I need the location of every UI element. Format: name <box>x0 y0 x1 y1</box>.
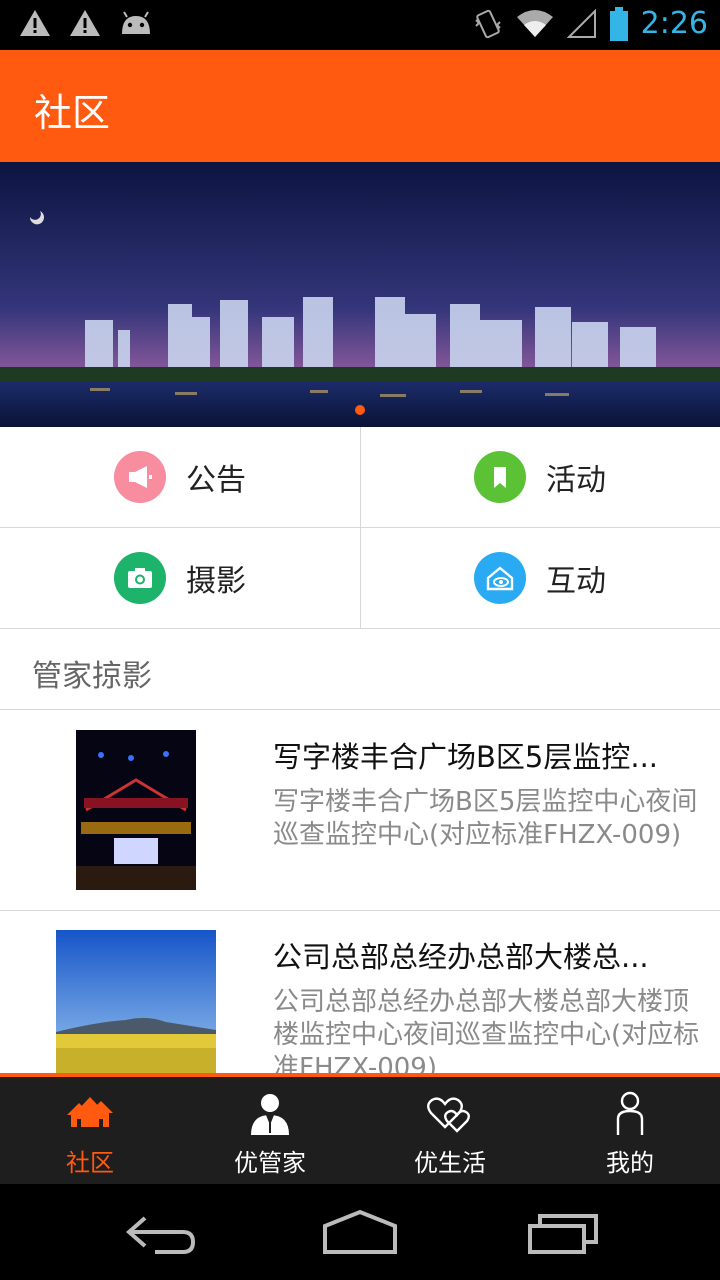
community-houses-icon <box>67 1097 113 1127</box>
grid-item-label: 互动 <box>546 564 606 599</box>
battery-icon <box>609 6 628 41</box>
butler-person-icon <box>251 1094 289 1135</box>
warning-icon <box>20 10 50 36</box>
home-icon[interactable] <box>315 1204 405 1260</box>
news-description: 公司总部总经办总部大楼总部大楼顶楼监控中心夜间巡查监控中心(对应标准FHZX-0… <box>273 987 700 1083</box>
bookmark-icon <box>474 451 526 503</box>
tab-label: 我的 <box>606 1149 654 1177</box>
tab-label: 优生活 <box>414 1149 486 1177</box>
clock: 2:26 <box>640 6 708 41</box>
grid-item-label: 公告 <box>186 463 246 498</box>
hearts-icon <box>427 1097 470 1133</box>
tab-mine[interactable]: 我的 <box>540 1077 720 1184</box>
news-thumbnail <box>76 730 196 890</box>
user-icon <box>616 1091 644 1135</box>
wifi-icon <box>516 9 553 37</box>
android-icon <box>122 11 150 34</box>
vibrate-icon <box>474 9 501 38</box>
camera-icon <box>114 552 166 604</box>
tab-community[interactable]: 社区 <box>0 1077 180 1184</box>
grid-item-activity[interactable]: 活动 <box>360 427 720 527</box>
banner-carousel[interactable] <box>0 162 720 427</box>
signal-icon <box>566 8 596 38</box>
grid-item-announcement[interactable]: 公告 <box>0 427 360 527</box>
system-nav-bar <box>0 1184 720 1280</box>
news-title: 公司总部总经办总部大楼总... <box>273 940 649 974</box>
warning-icon <box>70 10 100 36</box>
news-list-item[interactable]: 写字楼丰合广场B区5层监控... 写字楼丰合广场B区5层监控中心夜间巡查监控中心… <box>0 710 720 911</box>
news-title: 写字楼丰合广场B区5层监控... <box>273 740 659 774</box>
section-header: 管家掠影 <box>0 629 720 710</box>
feature-grid: 公告 活动 摄影 互动 <box>0 427 720 629</box>
megaphone-icon <box>114 451 166 503</box>
bottom-tab-bar: 社区 优管家 优生活 我的 <box>0 1073 720 1184</box>
grid-item-label: 活动 <box>546 463 606 498</box>
status-bar: 2:26 <box>0 0 720 50</box>
city-night-skyline-image <box>0 162 720 427</box>
grid-item-photography[interactable]: 摄影 <box>0 528 360 628</box>
carousel-indicator-dot <box>355 405 365 415</box>
grid-item-label: 摄影 <box>186 564 246 599</box>
back-icon[interactable] <box>115 1204 205 1260</box>
tab-butler[interactable]: 优管家 <box>180 1077 360 1184</box>
news-thumbnail <box>56 930 216 1075</box>
recent-apps-icon[interactable] <box>518 1204 608 1260</box>
grid-item-interaction[interactable]: 互动 <box>360 528 720 628</box>
section-title: 管家掠影 <box>32 659 152 694</box>
home-eye-icon <box>474 552 526 604</box>
page-title: 社区 <box>34 91 111 135</box>
news-description: 写字楼丰合广场B区5层监控中心夜间巡查监控中心(对应标准FHZX-009) <box>273 787 698 850</box>
tab-label: 优管家 <box>234 1149 306 1177</box>
tab-label: 社区 <box>66 1149 114 1177</box>
tab-life[interactable]: 优生活 <box>360 1077 540 1184</box>
app-bar: 社区 <box>0 50 720 162</box>
